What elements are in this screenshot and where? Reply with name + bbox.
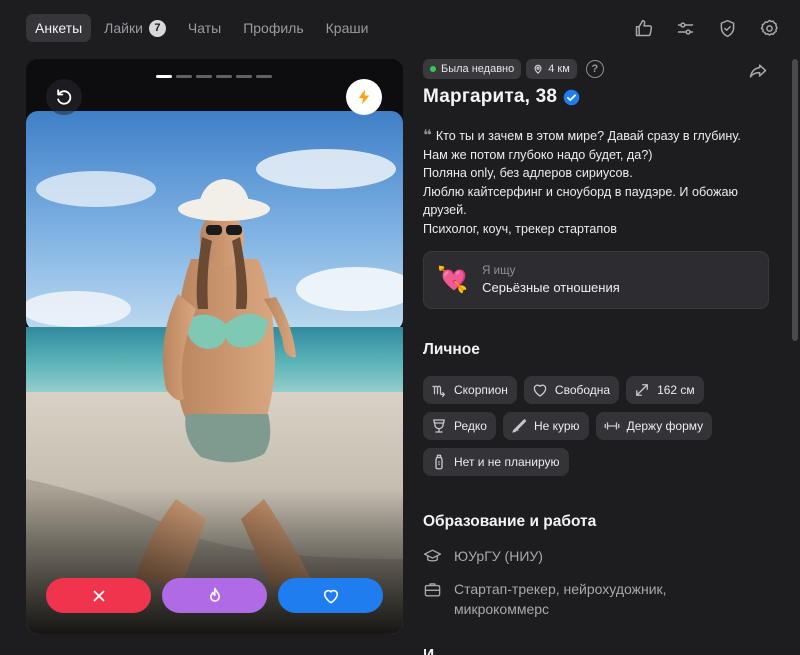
photo-progress-segment: [176, 75, 192, 78]
graduation-cap-icon: [423, 549, 442, 562]
profile-photo: [26, 59, 403, 634]
profile-details: Была недавно 4 км ? Маргарита, 38 ❝ Кто т…: [423, 59, 783, 655]
help-icon[interactable]: ?: [585, 60, 604, 78]
children-chip: Нет и не планирую: [423, 448, 569, 476]
location-pin-icon: [534, 64, 542, 74]
verified-badge-icon: [563, 89, 580, 105]
relationship-status-chip: Свободна: [523, 376, 620, 404]
no-smoking-icon: [512, 419, 527, 433]
dislike-x-icon: [93, 590, 104, 601]
nav-tabs: Анкеты Лайки 7 Чаты Профиль Краши: [26, 14, 377, 42]
boost-button[interactable]: [346, 79, 382, 115]
heart-arrow-icon: 💘: [437, 265, 469, 294]
superlike-button[interactable]: [162, 578, 267, 613]
wine-glass-icon: [433, 419, 445, 433]
alcohol-chip: Редко: [423, 412, 496, 440]
bio-line: Нам же потом глубоко надо будет, да?): [423, 147, 653, 162]
next-section-title-peek: И: [423, 648, 435, 655]
photo-progress-segment: [216, 75, 232, 78]
photo-progress-segment: [256, 75, 272, 78]
looking-for-value: Серьёзные отношения: [482, 280, 620, 295]
share-icon[interactable]: [745, 60, 771, 82]
tab-profile[interactable]: Профиль: [234, 14, 312, 42]
dumbbell-icon: [604, 422, 619, 430]
gear-icon[interactable]: [756, 15, 782, 41]
personal-section-title: Личное: [423, 341, 480, 358]
name-row: Маргарита, 38: [423, 86, 580, 108]
education-section-title: Образование и работа: [423, 513, 597, 530]
scorpio-icon: [432, 385, 446, 398]
thumbs-up-icon[interactable]: [630, 15, 656, 41]
profile-name: Маргарита, 38: [423, 86, 558, 107]
photo-progress-segment: [196, 75, 212, 78]
scrollbar-thumb[interactable]: [792, 59, 798, 341]
undo-icon: [57, 89, 72, 105]
profile-bio: ❝ Кто ты и зачем в этом мире? Давай сразу…: [423, 127, 773, 239]
swipe-actions: [46, 578, 383, 613]
online-status-badge: Была недавно: [423, 59, 522, 79]
superlike-flame-icon: [209, 587, 220, 602]
dislike-button[interactable]: [46, 578, 151, 613]
lightning-icon: [358, 89, 370, 105]
bio-line: Психолог, коуч, трекер стартапов: [423, 221, 617, 236]
looking-for-label: Я ищу: [482, 265, 516, 277]
tab-chats[interactable]: Чаты: [179, 14, 230, 42]
personal-chips: Скорпион Свободна 162 см Редко Не курю Д…: [423, 376, 773, 476]
undo-button[interactable]: [46, 79, 82, 115]
height-chip: 162 см: [626, 376, 704, 404]
profile-photo-card[interactable]: [26, 59, 403, 634]
briefcase-icon: [424, 583, 441, 597]
top-actions: [630, 15, 782, 41]
like-heart-icon: [323, 589, 338, 603]
likes-count-badge: 7: [148, 19, 166, 37]
fitness-chip: Держу форму: [595, 412, 713, 440]
looking-for-card: 💘 Я ищу Серьёзные отношения: [423, 251, 769, 309]
tab-crushes[interactable]: Краши: [317, 14, 378, 42]
status-row: Была недавно 4 км ?: [423, 59, 604, 79]
photo-progress-segment: [156, 75, 172, 78]
bio-line: Поляна only, без адлеров сириусов.: [423, 166, 633, 181]
scrollbar[interactable]: [792, 59, 798, 655]
photo-progress: [156, 75, 272, 78]
tab-likes[interactable]: Лайки 7: [95, 14, 175, 42]
bio-line: Люблю кайтсерфинг и сноуборд в паудэре. …: [423, 184, 738, 199]
like-button[interactable]: [278, 578, 383, 613]
shield-check-icon[interactable]: [714, 15, 740, 41]
baby-bottle-icon: [435, 454, 443, 470]
smoking-chip: Не курю: [502, 412, 589, 440]
height-arrows-icon: [636, 384, 649, 396]
bio-line: друзей.: [423, 203, 467, 218]
bio-line: ❝ Кто ты и зачем в этом мире? Давай сразу…: [423, 127, 741, 144]
heart-outline-icon: [533, 384, 547, 397]
top-navigation: Анкеты Лайки 7 Чаты Профиль Краши: [0, 0, 800, 56]
tab-profiles[interactable]: Анкеты: [26, 14, 92, 42]
zodiac-chip: Скорпион: [423, 376, 517, 404]
job-item: Стартап-трекер, нейрохудожник, микрокомм…: [423, 579, 754, 619]
university-item: ЮУрГУ (НИУ): [423, 546, 754, 566]
quote-icon: ❝: [423, 127, 432, 144]
online-dot: [430, 66, 436, 72]
distance-badge: 4 км: [526, 59, 577, 79]
photo-progress-segment: [236, 75, 252, 78]
filters-icon[interactable]: [672, 15, 698, 41]
